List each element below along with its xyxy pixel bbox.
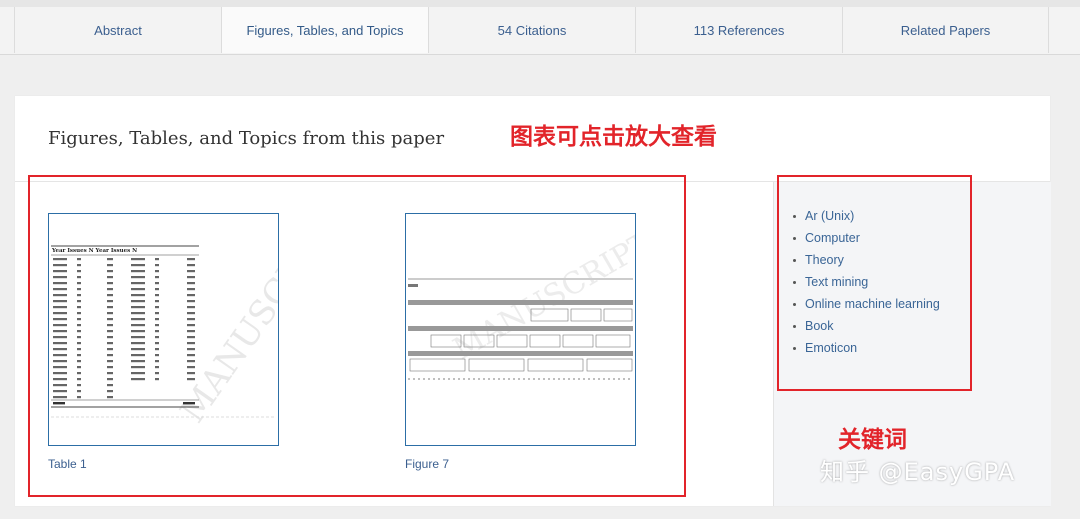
topic-label[interactable]: Emoticon (805, 341, 857, 355)
topic-item[interactable]: Computer (793, 227, 940, 249)
table-preview-image: MANUSCRIPT Year Issues N Year Issues N (51, 214, 278, 430)
figure-caption-figure-7[interactable]: Figure 7 (405, 457, 449, 471)
bullet-icon (793, 280, 796, 284)
tab-related-papers[interactable]: Related Papers (842, 7, 1049, 53)
topic-item[interactable]: Emoticon (793, 337, 940, 359)
topic-label[interactable]: Online machine learning (805, 297, 940, 311)
topic-label[interactable]: Text mining (805, 275, 868, 289)
tab-abstract[interactable]: Abstract (14, 7, 221, 53)
bullet-icon (793, 346, 796, 350)
figure-thumbnail-table-1[interactable]: MANUSCRIPT Year Issues N Year Issues N (48, 213, 279, 446)
tab-citations[interactable]: 54 Citations (428, 7, 635, 53)
topics-list: Ar (Unix) Computer Theory Text mining On… (793, 205, 940, 359)
topic-label[interactable]: Ar (Unix) (805, 209, 854, 223)
figure-preview-image: MANUSCRIPT (408, 226, 635, 380)
tab-references[interactable]: 113 References (635, 7, 842, 53)
topic-item[interactable]: Theory (793, 249, 940, 271)
bullet-icon (793, 302, 796, 306)
topic-item[interactable]: Text mining (793, 271, 940, 293)
tab-figures-tables-topics[interactable]: Figures, Tables, and Topics (221, 7, 428, 53)
section-title: Figures, Tables, and Topics from this pa… (48, 128, 445, 149)
svg-text:MANUSCRIPT: MANUSCRIPT (448, 226, 635, 367)
svg-text:Year Issues N Year: Year Issues N Year Issues N (51, 248, 137, 254)
topic-label[interactable]: Book (805, 319, 834, 333)
bullet-icon (793, 236, 796, 240)
zhihu-watermark: 知乎 @EasyGPA (820, 458, 1016, 486)
topic-item[interactable]: Ar (Unix) (793, 205, 940, 227)
tab-bar: Abstract Figures, Tables, and Topics 54 … (0, 0, 1080, 55)
figure-caption-table-1[interactable]: Table 1 (48, 457, 87, 471)
topic-item[interactable]: Online machine learning (793, 293, 940, 315)
figure-thumbnail-figure-7[interactable]: MANUSCRIPT (405, 213, 636, 446)
tab-bar-top-strip (0, 0, 1080, 7)
topic-item[interactable]: Book (793, 315, 940, 337)
keywords-annotation-text: 关键词 (838, 427, 907, 453)
bullet-icon (793, 324, 796, 328)
bullet-icon (793, 214, 796, 218)
figures-annotation-text: 图表可点击放大查看 (510, 124, 717, 150)
bullet-icon (793, 258, 796, 262)
topic-label[interactable]: Theory (805, 253, 844, 267)
topic-label[interactable]: Computer (805, 231, 860, 245)
